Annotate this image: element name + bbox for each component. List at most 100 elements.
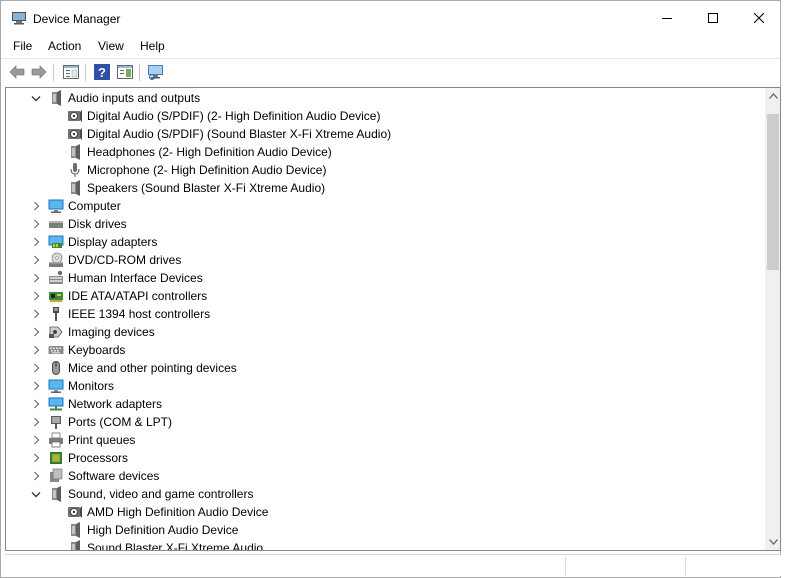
tree-item-label: Audio inputs and outputs [68, 91, 201, 105]
tree-device-headphones-2-high-definition-audio-device[interactable]: Headphones (2- High Definition Audio Dev… [6, 143, 763, 161]
tree-category-display-adapters[interactable]: Display adapters [6, 233, 763, 251]
monitor-icon [48, 378, 64, 394]
chevron-right-icon[interactable] [30, 308, 42, 320]
menu-bar: File Action View Help [1, 35, 780, 57]
show-hide-button[interactable] [115, 62, 135, 82]
tree-item-label: Imaging devices [68, 325, 155, 339]
tree-category-disk-drives[interactable]: Disk drives [6, 215, 763, 233]
tree-item-label: Software devices [68, 469, 160, 483]
tree-item-label: DVD/CD-ROM drives [68, 253, 182, 267]
forward-button[interactable] [29, 62, 49, 82]
tree-category-computer[interactable]: Computer [6, 197, 763, 215]
chevron-right-icon[interactable] [30, 398, 42, 410]
tree-device-digital-audio-s-pdif-sound-blaster-x-fi-xtreme-audio[interactable]: Digital Audio (S/PDIF) (Sound Blaster X-… [6, 125, 763, 143]
scroll-down-button[interactable] [765, 534, 780, 550]
chevron-right-icon[interactable] [30, 362, 42, 374]
tree-category-ports-com-lpt[interactable]: Ports (COM & LPT) [6, 413, 763, 431]
tree-item-label: Digital Audio (S/PDIF) (Sound Blaster X-… [87, 127, 392, 141]
tree-category-sound-video-and-game-controllers[interactable]: Sound, video and game controllers [6, 485, 763, 503]
properties-pane-icon [63, 65, 79, 79]
chevron-right-icon[interactable] [30, 200, 42, 212]
tree-item-label: Speakers (Sound Blaster X-Fi Xtreme Audi… [87, 181, 326, 195]
tree-category-monitors[interactable]: Monitors [6, 377, 763, 395]
device-manager-app-icon [11, 11, 27, 25]
tree-item-label: Monitors [68, 379, 115, 393]
port-icon [48, 414, 64, 430]
chevron-down-icon[interactable] [30, 92, 42, 104]
tree-device-digital-audio-s-pdif-2-high-definition-audio-device[interactable]: Digital Audio (S/PDIF) (2- High Definiti… [6, 107, 763, 125]
scroll-thumb[interactable] [767, 114, 779, 270]
processor-icon [48, 450, 64, 466]
title-bar[interactable]: Device Manager [1, 1, 780, 35]
chevron-right-icon[interactable] [30, 416, 42, 428]
tree-device-microphone-2-high-definition-audio-device[interactable]: Microphone (2- High Definition Audio Dev… [6, 161, 763, 179]
tree-category-software-devices[interactable]: Software devices [6, 467, 763, 485]
tree-device-amd-high-definition-audio-device[interactable]: AMD High Definition Audio Device [6, 503, 763, 521]
tree-item-label: Computer [68, 199, 121, 213]
chevron-right-icon[interactable] [30, 434, 42, 446]
toolbar-separator [53, 64, 54, 81]
tree-item-label: Ports (COM & LPT) [68, 415, 173, 429]
tree-category-ieee-1394-host-controllers[interactable]: IEEE 1394 host controllers [6, 305, 763, 323]
tree-item-label: Display adapters [68, 235, 158, 249]
help-button[interactable]: ? [92, 62, 112, 82]
chevron-right-icon[interactable] [30, 326, 42, 338]
disk-drive-icon [48, 216, 64, 232]
chevron-right-icon[interactable] [30, 236, 42, 248]
tree-item-label: High Definition Audio Device [87, 523, 239, 537]
vertical-scrollbar[interactable] [765, 88, 780, 550]
menu-action[interactable]: Action [48, 39, 81, 53]
tree-item-label: Keyboards [68, 343, 126, 357]
hid-icon [48, 270, 64, 286]
back-button[interactable] [7, 62, 27, 82]
tree-category-audio-inputs-and-outputs[interactable]: Audio inputs and outputs [6, 89, 763, 107]
tree-item-label: Mice and other pointing devices [68, 361, 237, 375]
show-hide-icon [117, 65, 133, 79]
menu-view[interactable]: View [98, 39, 124, 53]
computer-icon [48, 198, 64, 214]
chevron-down-icon[interactable] [30, 488, 42, 500]
tree-device-sound-blaster-x-fi-xtreme-audio[interactable]: Sound Blaster X-Fi Xtreme Audio [6, 539, 763, 551]
tree-category-ide-ata-atapi-controllers[interactable]: IDE ATA/ATAPI controllers [6, 287, 763, 305]
menu-help[interactable]: Help [140, 39, 165, 53]
tree-category-imaging-devices[interactable]: Imaging devices [6, 323, 763, 341]
chevron-right-icon[interactable] [30, 380, 42, 392]
tree-item-label: IEEE 1394 host controllers [68, 307, 211, 321]
tree-item-label: Sound Blaster X-Fi Xtreme Audio [87, 541, 264, 551]
background-window-edge [781, 0, 786, 578]
chevron-right-icon[interactable] [30, 218, 42, 230]
tree-category-human-interface-devices[interactable]: Human Interface Devices [6, 269, 763, 287]
properties-pane-button[interactable] [61, 62, 81, 82]
device-manager-window: Device Manager File Action View Help ? A… [0, 0, 781, 578]
chevron-right-icon[interactable] [30, 452, 42, 464]
forward-icon [31, 65, 47, 79]
tree-category-dvd-cd-rom-drives[interactable]: DVD/CD-ROM drives [6, 251, 763, 269]
scan-hardware-button[interactable] [146, 62, 166, 82]
maximize-button[interactable] [690, 1, 736, 35]
network-adapter-icon [48, 396, 64, 412]
menu-file[interactable]: File [13, 39, 32, 53]
chevron-right-icon[interactable] [30, 344, 42, 356]
tree-category-print-queues[interactable]: Print queues [6, 431, 763, 449]
help-icon: ? [94, 64, 110, 80]
chevron-right-icon[interactable] [30, 290, 42, 302]
toolbar: ? [1, 58, 780, 84]
tree-device-speakers-sound-blaster-x-fi-xtreme-audio[interactable]: Speakers (Sound Blaster X-Fi Xtreme Audi… [6, 179, 763, 197]
tree-category-processors[interactable]: Processors [6, 449, 763, 467]
back-icon [9, 65, 25, 79]
close-button[interactable] [736, 1, 782, 35]
scroll-up-button[interactable] [765, 88, 780, 104]
chevron-right-icon[interactable] [30, 254, 42, 266]
chevron-right-icon[interactable] [30, 470, 42, 482]
tree-item-label: Print queues [68, 433, 136, 447]
tree-device-high-definition-audio-device[interactable]: High Definition Audio Device [6, 521, 763, 539]
software-device-icon [48, 468, 64, 484]
tree-category-network-adapters[interactable]: Network adapters [6, 395, 763, 413]
device-tree[interactable]: Audio inputs and outputs Digital Audio (S… [5, 87, 781, 551]
display-adapter-icon [48, 234, 64, 250]
tree-category-keyboards[interactable]: Keyboards [6, 341, 763, 359]
minimize-button[interactable] [644, 1, 690, 35]
chevron-right-icon[interactable] [30, 272, 42, 284]
tree-category-mice-and-other-pointing-devices[interactable]: Mice and other pointing devices [6, 359, 763, 377]
tree-item-label: Disk drives [68, 217, 127, 231]
